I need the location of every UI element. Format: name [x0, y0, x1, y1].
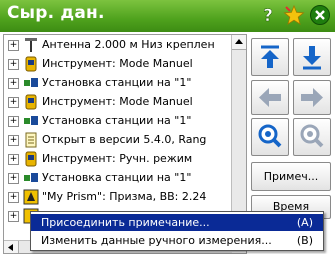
document-icon	[25, 132, 37, 148]
antenna-icon	[25, 38, 37, 52]
menu-item-label: Изменить данные ручного измерения...	[41, 234, 272, 247]
tree-row[interactable]: + "My Prism": Призма, BB: 2.24	[4, 189, 234, 206]
move-to-top-button[interactable]	[251, 38, 289, 76]
expand-icon[interactable]: +	[8, 116, 19, 127]
expand-icon[interactable]: +	[8, 173, 19, 184]
help-icon[interactable]: ?	[257, 4, 279, 26]
tree-row[interactable]: + Установка станции на "1"	[4, 75, 234, 92]
expand-icon[interactable]: +	[8, 192, 19, 203]
scroll-up-icon[interactable]	[232, 35, 246, 50]
svg-text:?: ?	[263, 6, 273, 26]
menu-item-label: Присоединить примечание...	[41, 216, 210, 229]
menu-item-attach-note[interactable]: Присоединить примечание... (A)	[31, 214, 323, 231]
scroll-left-icon[interactable]	[4, 241, 19, 254]
arrow-left-icon	[259, 88, 281, 107]
tree-row[interactable]: + Установка станции на "1"	[4, 113, 234, 130]
tree-row-label: Инструмент: Mode Manuel	[42, 95, 193, 108]
zoom-out-button[interactable]	[293, 118, 331, 156]
tree-row-label: Установка станции на "1"	[42, 171, 192, 184]
menu-item-shortcut: (B)	[296, 234, 313, 247]
zoom-in-button[interactable]	[251, 118, 289, 156]
tree-row-label: Открыт в версии 5.4.0, Rang	[42, 133, 207, 146]
station-setup-icon	[24, 173, 38, 182]
tree-row[interactable]: + Инструмент: Mode Manuel	[4, 94, 234, 111]
tree-row-label: Установка станции на "1"	[42, 76, 192, 89]
expand-icon[interactable]: +	[8, 78, 19, 89]
arrow-right-icon	[301, 88, 323, 107]
close-icon[interactable]	[309, 4, 331, 26]
menu-item-shortcut: (A)	[296, 216, 313, 229]
menu-item-edit-manual-measurement[interactable]: Изменить данные ручного измерения... (B)	[31, 232, 323, 249]
arrow-right-button[interactable]	[293, 80, 331, 115]
tree-row[interactable]: + Открыт в версии 5.4.0, Rang	[4, 132, 234, 149]
tree-row[interactable]: + Установка станции на "1"	[4, 170, 234, 187]
move-to-bottom-button[interactable]	[293, 38, 331, 76]
title-bar: Сыр. дан. ?	[0, 0, 335, 32]
star-icon[interactable]	[283, 4, 305, 26]
prism-icon	[23, 189, 39, 205]
tree-row-label: Установка станции на "1"	[42, 114, 192, 127]
expand-icon[interactable]: +	[8, 154, 19, 165]
zoom-in-icon	[258, 124, 282, 148]
tree-row[interactable]: + Инструмент: Ручн. режим	[4, 151, 234, 168]
context-menu: Присоединить примечание... (A) Изменить …	[30, 211, 324, 251]
instrument-icon	[25, 151, 37, 167]
note-button[interactable]: Примеч...	[251, 162, 331, 191]
arrow-left-button[interactable]	[251, 80, 289, 115]
expand-icon[interactable]: +	[8, 135, 19, 146]
tree-row-label: Инструмент: Ручн. режим	[42, 152, 193, 165]
tree-row-label: Инструмент: Mode Manuel	[42, 57, 193, 70]
expand-icon[interactable]: +	[8, 59, 19, 70]
tree-row[interactable]: + Инструмент: Mode Manuel	[4, 56, 234, 73]
station-setup-icon	[24, 116, 38, 125]
tree-row-label: "My Prism": Призма, BB: 2.24	[42, 190, 207, 203]
expand-icon[interactable]: +	[8, 40, 19, 51]
instrument-icon	[25, 56, 37, 72]
expand-icon[interactable]: +	[8, 97, 19, 108]
tree-row[interactable]: + Антенна 2.000 м Низ креплен	[4, 37, 234, 54]
zoom-out-icon	[300, 124, 324, 148]
station-setup-icon	[24, 78, 38, 87]
window-title: Сыр. дан.	[7, 3, 105, 23]
tree-row-label: Антенна 2.000 м Низ креплен	[42, 38, 215, 51]
instrument-icon	[25, 94, 37, 110]
arrow-top-icon	[261, 45, 279, 68]
arrow-bottom-icon	[303, 46, 321, 70]
expand-icon[interactable]: +	[8, 211, 19, 222]
